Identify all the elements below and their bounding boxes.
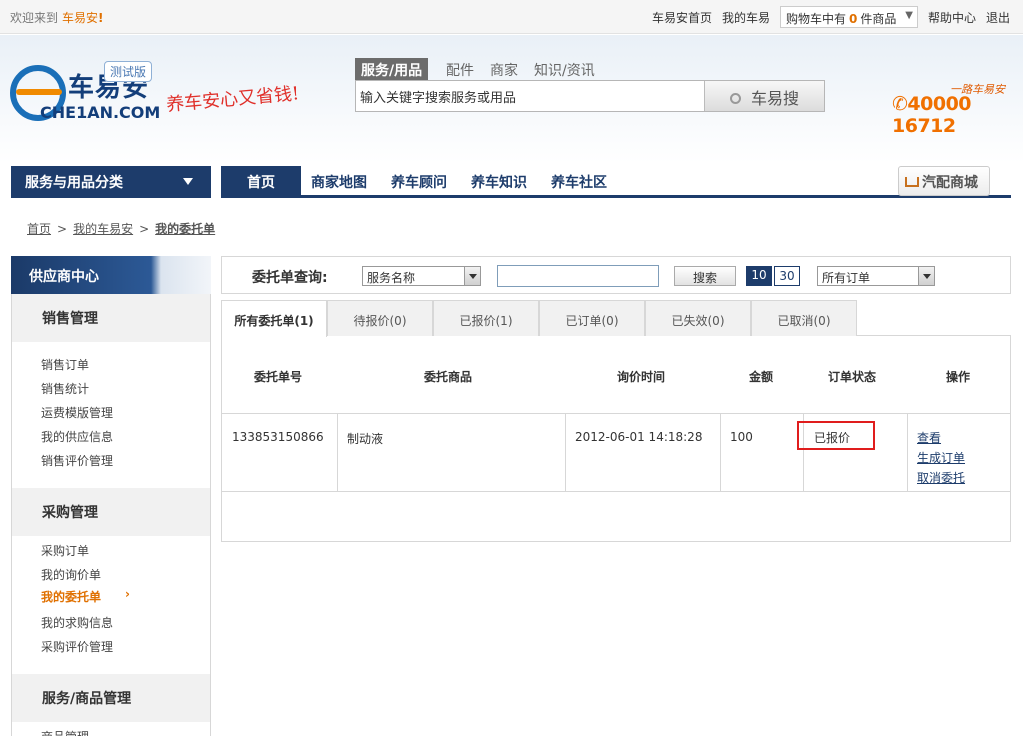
cart-suffix: 件商品 [860,12,897,26]
status-tabs: 所有委托单(1) 待报价(0) 已报价(1) 已订单(0) 已失效(0) 已取消… [221,300,1011,337]
sidebar-item-sales-orders[interactable]: 销售订单 [41,356,89,373]
parts-mall-label: 汽配商城 [922,175,978,191]
hotline-number: ✆40000 16712 [892,93,972,137]
nav-merchant-map[interactable]: 商家地图 [311,172,367,192]
search-tab-knowledge[interactable]: 知识/资讯 [534,60,595,80]
cell-time: 2012-06-01 14:18:28 [575,430,703,444]
sidebar-item-freight-templates[interactable]: 运费模版管理 [41,404,113,421]
sidebar-header: 供应商中心 [11,256,211,294]
breadcrumb-my-account[interactable]: 我的车易安 [73,222,133,236]
breadcrumb-current[interactable]: 我的委托单 [155,222,215,236]
chevron-right-icon: › [125,587,130,601]
query-search-button[interactable]: 搜索 [674,266,736,286]
top-link-help[interactable]: 帮助中心 [928,9,976,26]
sidebar-section-purchasing: 采购管理 [12,488,210,536]
search-tab-parts[interactable]: 配件 [446,60,474,80]
sidebar-item-purchase-reviews[interactable]: 采购评价管理 [41,638,113,655]
sidebar-item-product-management[interactable]: 商品管理 [41,728,89,736]
sidebar-item-sales-reviews[interactable]: 销售评价管理 [41,452,113,469]
column-header-product: 委托商品 [424,370,473,384]
dropdown-arrow-icon [464,267,480,285]
search-button[interactable]: 车易搜 [704,81,824,111]
nav-home[interactable]: 首页 [221,166,301,198]
header: 车易安 CHE1AN.COM 测试版 养车安心又省钱! 服务/用品 配件 商家 … [0,35,1023,163]
sidebar-section-products: 服务/商品管理 [12,674,210,722]
column-header-status: 订单状态 [828,370,877,384]
column-header-time: 询价时间 [617,370,666,384]
category-menu-label: 服务与用品分类 [25,175,123,191]
sidebar-item-sales-stats[interactable]: 销售统计 [41,380,89,397]
nav-car-advisor[interactable]: 养车顾问 [391,172,447,192]
breadcrumb: 首页 > 我的车易安 > 我的委托单 [27,222,216,236]
sidebar: 销售管理 销售订单 销售统计 运费模版管理 我的供应信息 销售评价管理 采购管理… [11,294,211,736]
logo-text-en: CHE1AN.COM [40,103,161,122]
search-tab-merchants[interactable]: 商家 [490,60,518,80]
tab-all[interactable]: 所有委托单(1) [221,300,327,337]
query-bar: 委托单查询: 服务名称 搜索 10 30 所有订单 [221,256,1011,294]
column-header-actions: 操作 [946,370,971,384]
cell-id: 133853150866 [232,430,324,444]
sidebar-section-sales: 销售管理 [12,294,210,342]
tab-quoted[interactable]: 已报价(1) [433,300,539,336]
table-row: 133853150866 制动液 2012-06-01 14:18:28 100… [222,413,1010,492]
top-bar: 欢迎来到 车易安! 车易安首页 我的车易 购物车中有 0 件商品 ▼ 帮助中心 退出 [0,0,1023,34]
consignment-table: 委托单号 委托商品 询价时间 金额 订单状态 操作 133853150866 制… [221,336,1011,542]
main-nav: 首页 商家地图 养车顾问 养车知识 养车社区 [221,166,1011,198]
top-link-my-cheyi[interactable]: 我的车易 [722,9,770,26]
status-badge: 已报价 [797,421,875,450]
search-input[interactable] [360,89,690,104]
tab-expired[interactable]: 已失效(0) [645,300,751,336]
top-link-home[interactable]: 车易安首页 [652,9,712,26]
search-tab-services[interactable]: 服务/用品 [355,58,429,82]
view-link[interactable]: 查看 [917,429,941,446]
welcome-brand: 车易安 [62,11,99,25]
page-size-30[interactable]: 30 [774,266,800,286]
search-box: 车易搜 [355,80,825,112]
generate-order-link[interactable]: 生成订单 [917,449,965,466]
column-header-amount: 金额 [749,370,774,384]
beta-badge: 测试版 [104,61,153,82]
chevron-down-icon [183,178,193,185]
order-filter-value: 所有订单 [822,271,871,285]
sidebar-item-my-consignments[interactable]: 我的委托单 › [41,587,130,605]
welcome-text: 欢迎来到 车易安! [10,9,104,26]
page-size-10[interactable]: 10 [746,266,772,286]
sidebar-item-supply-info[interactable]: 我的供应信息 [41,428,113,445]
tab-pending-quote[interactable]: 待报价(0) [327,300,433,336]
field-select-value: 服务名称 [367,271,416,285]
hotline-text: 40000 16712 [892,93,972,137]
cart-dropdown[interactable]: 购物车中有 0 件商品 ▼ [780,6,918,28]
chevron-down-icon: ▼ [905,10,913,21]
welcome-label: 欢迎来到 [10,11,59,25]
column-header-id: 委托单号 [254,370,303,384]
welcome-bang: ! [98,11,104,25]
slogan: 养车安心又省钱! [165,83,301,116]
logo-swoosh [16,89,62,95]
cart-icon [905,177,919,187]
cell-product: 制动液 [347,432,384,446]
tab-cancelled[interactable]: 已取消(0) [751,300,857,336]
sidebar-item-label: 我的委托单 [41,590,102,604]
dropdown-arrow-icon [918,267,934,285]
search-button-label: 车易搜 [750,89,799,108]
query-input[interactable] [497,265,659,287]
nav-car-knowledge[interactable]: 养车知识 [471,172,527,192]
sidebar-item-inquiries[interactable]: 我的询价单 [41,566,101,583]
cart-prefix: 购物车中有 [786,12,847,26]
cart-count: 0 [849,12,858,26]
breadcrumb-home[interactable]: 首页 [27,222,51,236]
category-menu-button[interactable]: 服务与用品分类 [11,166,211,198]
tab-ordered[interactable]: 已订单(0) [539,300,645,336]
search-icon [729,93,741,104]
order-filter-select[interactable]: 所有订单 [817,266,935,286]
cell-amount: 100 [730,430,753,444]
cancel-consignment-link[interactable]: 取消委托 [917,469,965,486]
field-select[interactable]: 服务名称 [362,266,481,286]
nav-car-community[interactable]: 养车社区 [551,172,607,192]
sidebar-item-purchase-requests[interactable]: 我的求购信息 [41,614,113,631]
parts-mall-button[interactable]: 汽配商城 [898,166,990,196]
query-label: 委托单查询: [252,270,328,286]
top-link-logout[interactable]: 退出 [986,9,1010,26]
sidebar-item-purchase-orders[interactable]: 采购订单 [41,542,89,559]
